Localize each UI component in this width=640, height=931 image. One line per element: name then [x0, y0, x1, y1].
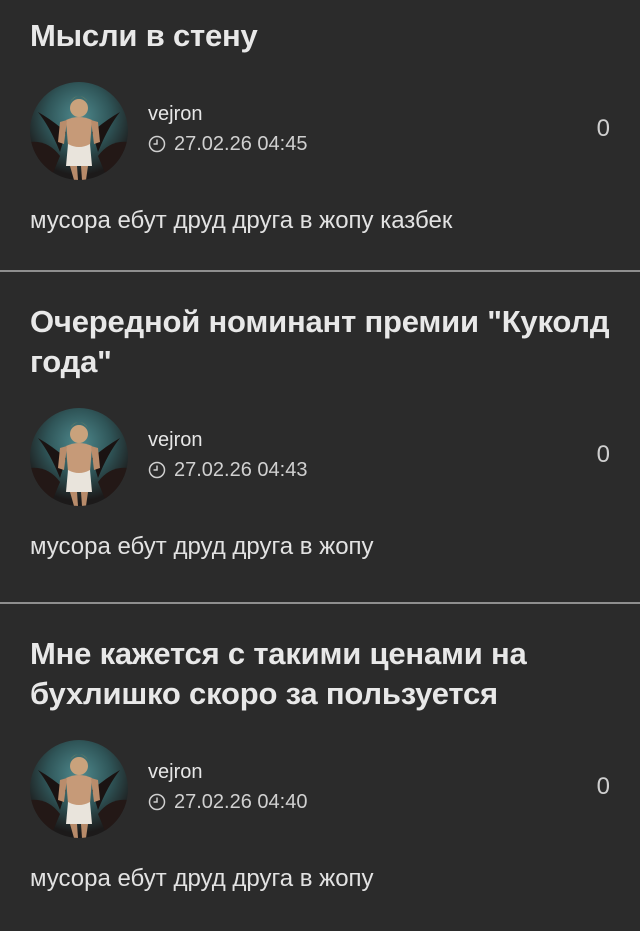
author-username[interactable]: vejron: [148, 101, 307, 127]
post-meta: vejron 27.02.26 04:43: [148, 427, 307, 483]
post-author-row: vejron 27.02.26 04:40 0: [30, 740, 610, 838]
post-card: Очередной номинант премии "Куколд года": [0, 272, 640, 604]
author-avatar[interactable]: [30, 408, 128, 506]
post-card: Мысли в стену vejron 27.02.26 04:45 0 му…: [0, 0, 640, 272]
clock-icon: [148, 135, 166, 153]
post-body: мусора ебут друд друга в жопу казбек: [30, 207, 453, 234]
post-body: мусора ебут друд друга в жопу: [30, 533, 374, 560]
post-author-row: vejron 27.02.26 04:45 0: [30, 82, 610, 180]
post-score[interactable]: 0: [597, 115, 610, 143]
post-body: мусора ебут друд друга в жопу: [30, 865, 374, 892]
post-timestamp: 27.02.26 04:40: [148, 789, 307, 815]
author-avatar[interactable]: [30, 82, 128, 180]
post-title[interactable]: Мысли в стену: [30, 16, 610, 56]
post-feed: Мысли в стену vejron 27.02.26 04:45 0 му…: [0, 0, 640, 931]
post-score[interactable]: 0: [597, 773, 610, 801]
author-username[interactable]: vejron: [148, 759, 307, 785]
post-card: Мне кажется с такими ценами на бухлишко …: [0, 604, 640, 931]
post-meta: vejron 27.02.26 04:45: [148, 101, 307, 157]
post-title[interactable]: Очередной номинант премии "Куколд года": [30, 302, 610, 382]
post-meta: vejron 27.02.26 04:40: [148, 759, 307, 815]
post-author-row: vejron 27.02.26 04:43 0: [30, 408, 610, 506]
timestamp-text: 27.02.26 04:45: [174, 133, 308, 155]
timestamp-text: 27.02.26 04:43: [174, 459, 308, 481]
clock-icon: [148, 461, 166, 479]
timestamp-text: 27.02.26 04:40: [174, 791, 308, 813]
clock-icon: [148, 793, 166, 811]
author-avatar[interactable]: [30, 740, 128, 838]
post-timestamp: 27.02.26 04:43: [148, 457, 307, 483]
post-timestamp: 27.02.26 04:45: [148, 131, 307, 157]
author-username[interactable]: vejron: [148, 427, 307, 453]
post-score[interactable]: 0: [597, 441, 610, 469]
post-title[interactable]: Мне кажется с такими ценами на бухлишко …: [30, 634, 610, 714]
